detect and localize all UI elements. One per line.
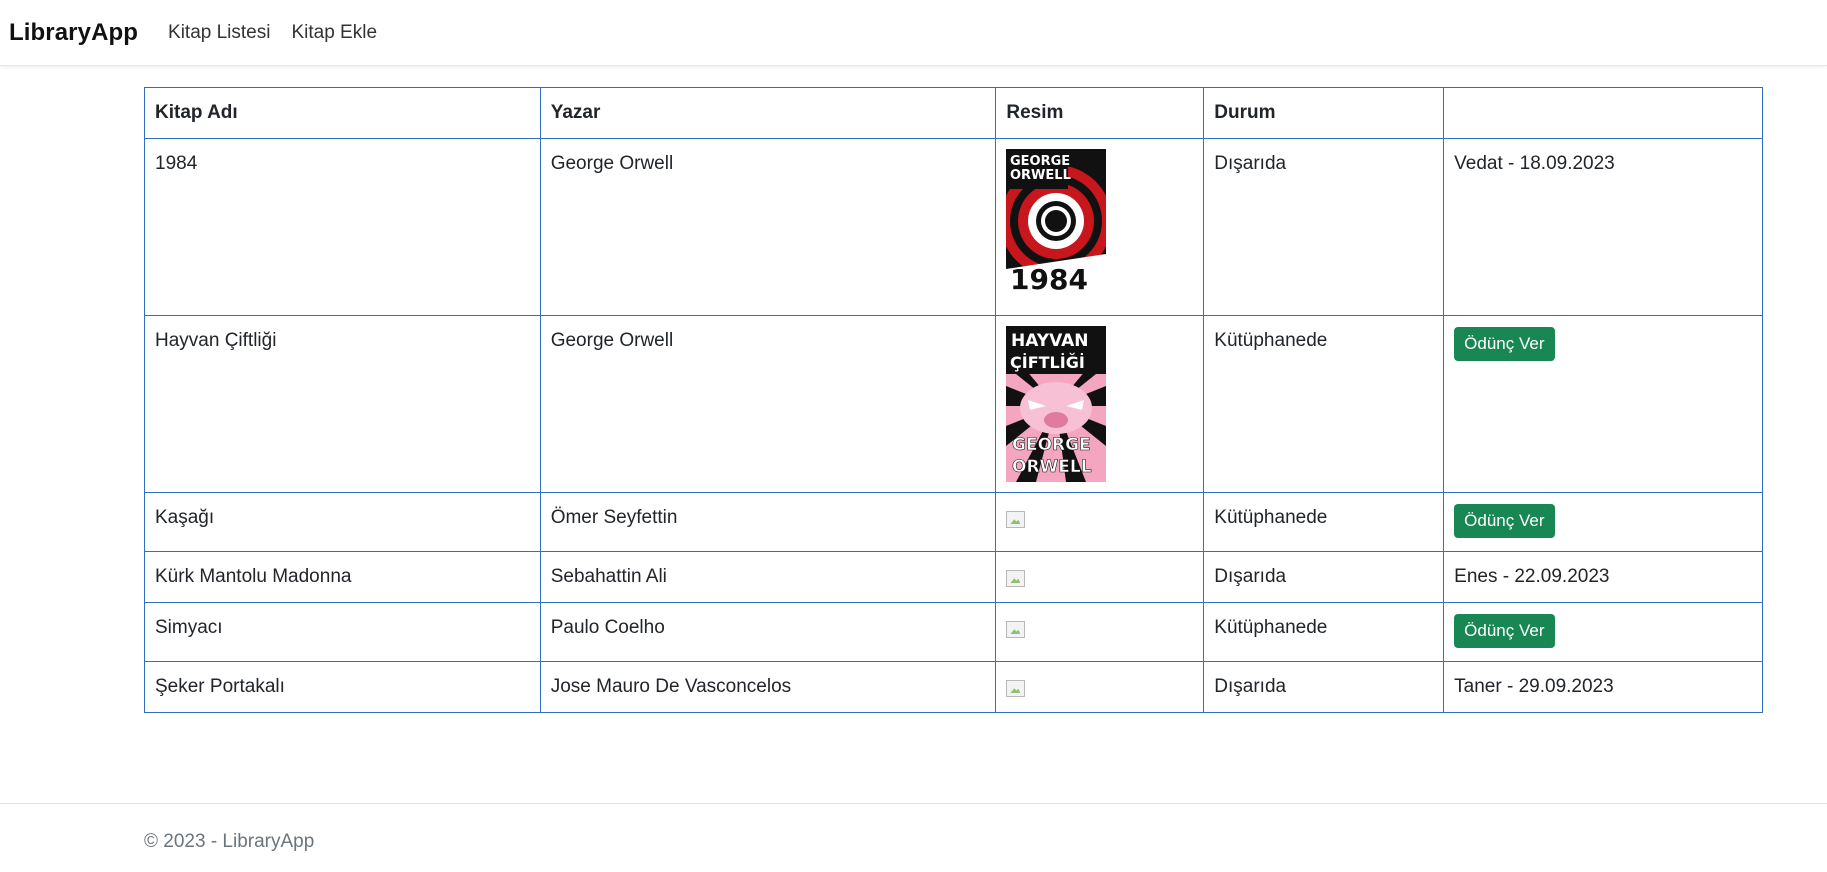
- broken-image-icon: [1006, 511, 1026, 528]
- lend-button[interactable]: Ödünç Ver: [1454, 504, 1555, 538]
- cell-status: Dışarıda: [1203, 138, 1445, 316]
- lend-button[interactable]: Ödünç Ver: [1454, 614, 1555, 648]
- cell-title: Simyacı: [144, 602, 541, 662]
- cell-action: Ödünç Ver: [1443, 602, 1763, 662]
- cell-author: George Orwell: [539, 138, 997, 316]
- svg-text:ÇİFTLİĞİ: ÇİFTLİĞİ: [1010, 353, 1085, 372]
- cell-borrow-info: Enes - 22.09.2023: [1443, 551, 1763, 603]
- svg-text:HAYVAN: HAYVAN: [1011, 331, 1088, 351]
- cell-title: 1984: [144, 138, 541, 316]
- cell-action: Ödünç Ver: [1443, 492, 1763, 552]
- table-row: Şeker Portakalı Jose Mauro De Vasconcelo…: [144, 661, 1763, 713]
- cell-borrow-info: Taner - 29.09.2023: [1443, 661, 1763, 713]
- cell-image: 1984 GEORGE ORWELL: [995, 138, 1205, 316]
- svg-text:ORWELL: ORWELL: [1010, 168, 1071, 183]
- nav-link-kitap-ekle[interactable]: Kitap Ekle: [291, 22, 377, 44]
- cell-image: [995, 661, 1205, 713]
- top-navbar: LibraryApp Kitap Listesi Kitap Ekle: [0, 0, 1827, 66]
- cell-author: Ömer Seyfettin: [539, 492, 997, 552]
- brand-link[interactable]: LibraryApp: [9, 19, 138, 47]
- header-durum: Durum: [1203, 87, 1445, 139]
- header-kitap-adi: Kitap Adı: [144, 87, 541, 139]
- broken-image-icon: [1006, 680, 1026, 697]
- svg-text:GEORGE: GEORGE: [1010, 154, 1070, 169]
- cover-1984-art: 1984 GEORGE ORWELL: [1006, 149, 1107, 305]
- footer: © 2023 - LibraryApp: [0, 803, 1827, 872]
- broken-image-icon: [1006, 621, 1026, 638]
- cell-title: Hayvan Çiftliği: [144, 315, 541, 493]
- book-cover-image: 1984 GEORGE ORWELL: [1006, 149, 1107, 305]
- cell-borrow-info: Vedat - 18.09.2023: [1443, 138, 1763, 316]
- svg-text:1984: 1984: [1010, 263, 1088, 296]
- lend-button[interactable]: Ödünç Ver: [1454, 327, 1555, 361]
- cell-author: Paulo Coelho: [539, 602, 997, 662]
- cell-status: Dışarıda: [1203, 551, 1445, 603]
- cell-image: [995, 551, 1205, 603]
- header-yazar: Yazar: [539, 87, 997, 139]
- cell-image: HAYVAN ÇİFTLİĞİ GEORGE ORWELL: [995, 315, 1205, 493]
- cell-title: Kaşağı: [144, 492, 541, 552]
- cell-status: Kütüphanede: [1203, 602, 1445, 662]
- cell-title: Kürk Mantolu Madonna: [144, 551, 541, 603]
- svg-text:ORWELL: ORWELL: [1012, 457, 1092, 477]
- table-row: Kaşağı Ömer Seyfettin Kütüphanede Ödünç …: [144, 492, 1763, 552]
- table-row: Simyacı Paulo Coelho Kütüphanede Ödünç V…: [144, 602, 1763, 662]
- table-row: Kürk Mantolu Madonna Sebahattin Ali Dışa…: [144, 551, 1763, 603]
- table-row: 1984 George Orwell 1984 GEORGE ORWELL Dı…: [144, 138, 1763, 316]
- cell-author: George Orwell: [539, 315, 997, 493]
- cell-status: Kütüphanede: [1203, 315, 1445, 493]
- cell-status: Kütüphanede: [1203, 492, 1445, 552]
- nav-link-kitap-listesi[interactable]: Kitap Listesi: [168, 22, 270, 44]
- table-row: Hayvan Çiftliği George Orwell HAYVAN ÇİF…: [144, 315, 1763, 493]
- cell-image: [995, 602, 1205, 662]
- broken-image-icon: [1006, 570, 1026, 587]
- footer-copyright: © 2023 - LibraryApp: [144, 831, 315, 852]
- main-content: Kitap Adı Yazar Resim Durum 1984 George …: [144, 87, 1763, 713]
- cell-image: [995, 492, 1205, 552]
- cover-hayvan-art: HAYVAN ÇİFTLİĞİ GEORGE ORWELL: [1006, 326, 1107, 482]
- cell-title: Şeker Portakalı: [144, 661, 541, 713]
- header-resim: Resim: [995, 87, 1205, 139]
- cell-action: Ödünç Ver: [1443, 315, 1763, 493]
- svg-text:GEORGE: GEORGE: [1012, 435, 1091, 455]
- book-cover-image: HAYVAN ÇİFTLİĞİ GEORGE ORWELL: [1006, 326, 1107, 482]
- cell-author: Jose Mauro De Vasconcelos: [539, 661, 997, 713]
- table-header-row: Kitap Adı Yazar Resim Durum: [144, 87, 1763, 139]
- header-action: [1443, 87, 1763, 139]
- cell-author: Sebahattin Ali: [539, 551, 997, 603]
- cell-status: Dışarıda: [1203, 661, 1445, 713]
- books-table: Kitap Adı Yazar Resim Durum 1984 George …: [144, 87, 1763, 713]
